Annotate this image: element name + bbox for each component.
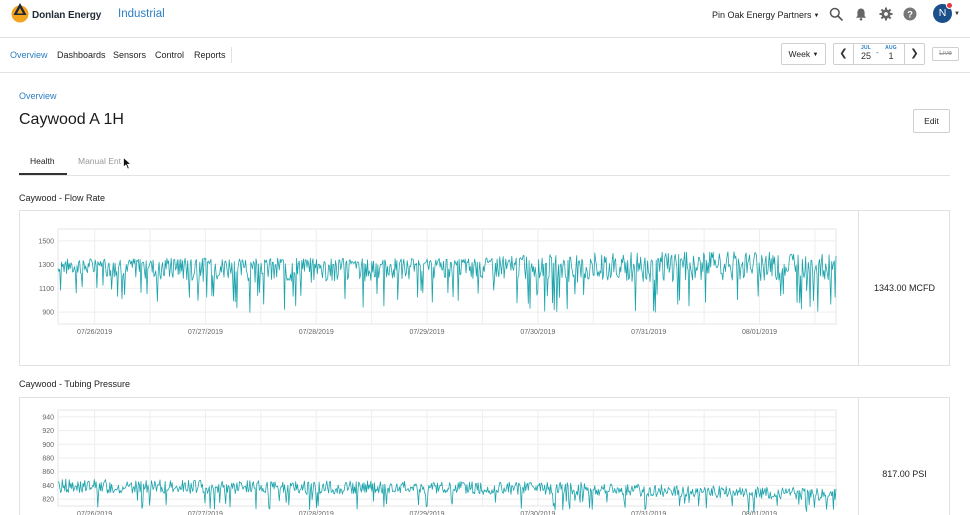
x-tick-label: 07/31/2019	[631, 329, 666, 336]
x-tick-label: 07/29/2019	[410, 329, 445, 336]
tubing-pressure-chart[interactable]: 820 840 860 880 900 920 940 07/26/2019 07/27/201…	[20, 398, 858, 515]
start-date[interactable]: JUL 25	[858, 45, 874, 61]
x-tick-label: 07/26/2019	[77, 511, 112, 515]
brand-name: Donlan Energy	[32, 10, 102, 21]
donlan-energy-logo[interactable]	[10, 1, 30, 23]
flow-rate-panel: 900 1100 1300 1500 07/26/2019 07/27/2019 07/28…	[19, 210, 950, 366]
mouse-cursor-icon	[123, 157, 132, 170]
chevron-right-icon: ❯	[910, 48, 919, 59]
y-tick-label: 860	[42, 469, 54, 476]
x-tick-label: 07/26/2019	[77, 329, 112, 336]
y-tick-label: 920	[42, 428, 54, 435]
chevron-left-icon: ❮	[839, 48, 848, 59]
y-tick-label: 1500	[38, 238, 54, 245]
top-bar: Donlan Energy Industrial Pin Oak Energy …	[0, 0, 970, 38]
chart-title-tubing-pressure: Caywood - Tubing Pressure	[19, 379, 131, 389]
date-range-picker: ❮ JUL 25 - AUG 1 ❯	[833, 43, 925, 65]
end-date[interactable]: AUG 1	[883, 45, 899, 61]
flow-rate-current-value: 1343.00 MCFD	[873, 283, 936, 293]
y-tick-label: 940	[42, 414, 54, 421]
tubing-pressure-current-value: 817.00 PSI	[882, 469, 927, 479]
x-tick-label: 07/30/2019	[520, 329, 555, 336]
y-tick-label: 840	[42, 483, 54, 490]
svg-text:?: ?	[907, 9, 913, 20]
chevron-down-icon: ▼	[812, 52, 819, 58]
chevron-down-icon[interactable]: ▼	[954, 11, 960, 17]
gear-icon[interactable]	[879, 7, 893, 21]
series-line	[57, 478, 837, 514]
x-tick-label: 07/28/2019	[299, 329, 334, 336]
app-name[interactable]: Industrial	[118, 8, 165, 20]
flow-rate-chart[interactable]: 900 1100 1300 1500 07/26/2019 07/27/2019 07/28…	[20, 211, 858, 367]
y-tick-label: 1300	[38, 262, 54, 269]
end-day: 1	[888, 51, 894, 61]
breadcrumb[interactable]: Overview	[19, 91, 57, 101]
tab-manual-entry[interactable]: Manual Ent	[78, 156, 121, 166]
series-line	[57, 251, 837, 313]
nav-sensors[interactable]: Sensors	[113, 50, 146, 60]
account-selector[interactable]: Pin Oak Energy Partners ▼	[712, 10, 820, 20]
start-day: 25	[860, 51, 871, 61]
x-tick-label: 07/27/2019	[188, 511, 223, 515]
account-name: Pin Oak Energy Partners	[712, 10, 812, 20]
sub-navigation: Overview Dashboards Sensors Control Repo…	[0, 38, 970, 73]
nav-overview[interactable]: Overview	[10, 50, 48, 60]
x-tick-label: 07/27/2019	[188, 329, 223, 336]
nav-reports[interactable]: Reports	[194, 50, 226, 60]
nav-divider	[231, 47, 232, 63]
plot-area	[57, 228, 837, 325]
y-tick-label: 820	[42, 497, 54, 504]
edit-button[interactable]: Edit	[913, 109, 950, 133]
x-tick-label: 07/30/2019	[520, 511, 555, 515]
date-separator: -	[876, 48, 879, 57]
chevron-down-icon: ▼	[813, 13, 820, 19]
previous-period-button[interactable]: ❮	[834, 44, 854, 64]
x-tick-label: 07/28/2019	[299, 511, 334, 515]
y-tick-label: 900	[42, 310, 54, 317]
search-icon[interactable]	[829, 7, 843, 21]
bell-icon[interactable]	[854, 7, 868, 21]
page-title: Caywood A 1H	[19, 111, 124, 128]
tubing-pressure-panel: 820 840 860 880 900 920 940 07/26/2019 07/27/201…	[19, 397, 950, 515]
y-tick-label: 880	[42, 456, 54, 463]
nav-control[interactable]: Control	[155, 50, 184, 60]
notification-dot	[946, 2, 953, 9]
time-range-dropdown[interactable]: Week ▼	[781, 43, 826, 65]
help-icon[interactable]: ?	[903, 7, 917, 21]
chart-title-flow-rate: Caywood - Flow Rate	[19, 193, 106, 203]
time-range-label: Week	[788, 49, 811, 59]
y-tick-label: 900	[42, 442, 54, 449]
tabs-divider	[19, 175, 950, 176]
nav-dashboards[interactable]: Dashboards	[57, 50, 106, 60]
live-button[interactable]: Live	[932, 47, 959, 61]
x-tick-label: 07/29/2019	[410, 511, 445, 515]
next-period-button[interactable]: ❯	[904, 44, 924, 64]
y-tick-label: 1100	[39, 286, 54, 293]
x-tick-label: 08/01/2019	[742, 511, 777, 515]
x-tick-label: 07/31/2019	[631, 511, 666, 515]
x-tick-label: 08/01/2019	[742, 329, 777, 336]
tab-health[interactable]: Health	[30, 156, 55, 166]
panel-divider	[858, 398, 859, 515]
